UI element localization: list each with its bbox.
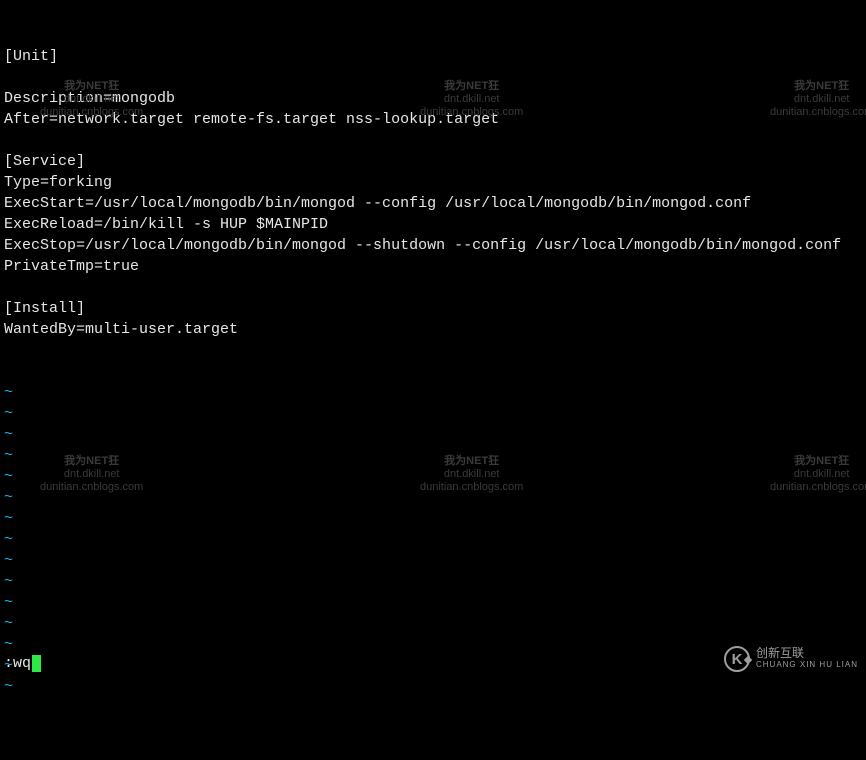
file-line: After=network.target remote-fs.target ns… (4, 109, 862, 130)
tilde-line: ~ (4, 529, 862, 550)
empty-lines: ~~~~~~~~~~~~~~~ (4, 382, 862, 697)
tilde-line: ~ (4, 634, 862, 655)
file-line (4, 67, 862, 88)
terminal-editor[interactable]: [Unit] Description=mongodbAfter=network.t… (0, 0, 866, 678)
tilde-line: ~ (4, 382, 862, 403)
file-line: ExecReload=/bin/kill -s HUP $MAINPID (4, 214, 862, 235)
tilde-line: ~ (4, 487, 862, 508)
tilde-line: ~ (4, 613, 862, 634)
file-line: WantedBy=multi-user.target (4, 319, 862, 340)
file-line: ExecStart=/usr/local/mongodb/bin/mongod … (4, 193, 862, 214)
file-content: [Unit] Description=mongodbAfter=network.t… (4, 46, 862, 340)
tilde-line: ~ (4, 655, 862, 676)
file-line (4, 277, 862, 298)
command-text: :wq (4, 653, 31, 674)
file-line: PrivateTmp=true (4, 256, 862, 277)
tilde-line: ~ (4, 445, 862, 466)
file-line: [Unit] (4, 46, 862, 67)
tilde-line: ~ (4, 571, 862, 592)
file-line (4, 130, 862, 151)
tilde-line: ~ (4, 676, 862, 697)
tilde-line: ~ (4, 592, 862, 613)
tilde-line: ~ (4, 424, 862, 445)
tilde-line: ~ (4, 508, 862, 529)
cursor-block (32, 655, 41, 672)
file-line: [Install] (4, 298, 862, 319)
file-line: ExecStop=/usr/local/mongodb/bin/mongod -… (4, 235, 862, 256)
tilde-line: ~ (4, 550, 862, 571)
vim-command-line[interactable]: :wq (4, 653, 41, 674)
file-line: [Service] (4, 151, 862, 172)
file-line: Type=forking (4, 172, 862, 193)
file-line: Description=mongodb (4, 88, 862, 109)
tilde-line: ~ (4, 403, 862, 424)
tilde-line: ~ (4, 466, 862, 487)
